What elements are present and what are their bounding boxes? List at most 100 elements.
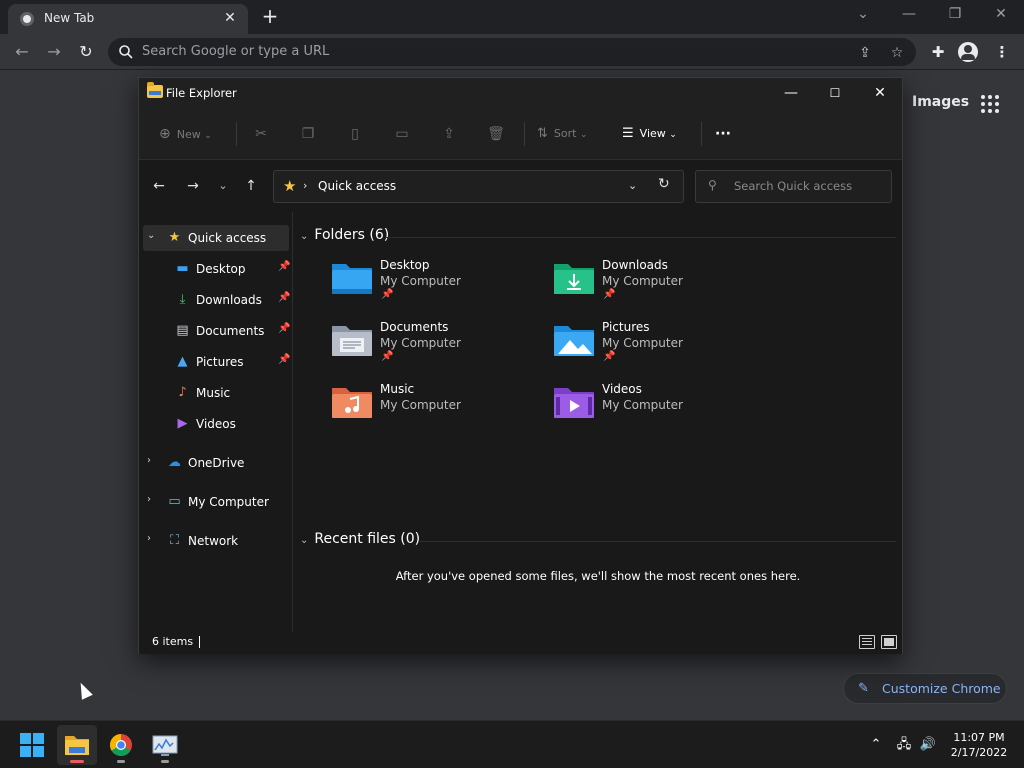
view-button[interactable]: ☰ View ⌄ (622, 122, 677, 146)
delete-icon[interactable]: 🗑 (484, 122, 508, 146)
content-pane: ⌄ Folders (6) Desktop My Computer 📌 Downl… (294, 212, 902, 632)
details-view-icon[interactable] (859, 635, 875, 649)
folder-tile-downloads[interactable]: Downloads My Computer 📌 (552, 258, 762, 310)
collapse-chevron-icon: ⌄ (300, 535, 309, 546)
recent-files-section-header[interactable]: ⌄ Recent files (0) (300, 531, 420, 547)
sidebar-item-label: Videos (196, 417, 236, 431)
sidebar-item-network[interactable]: › ⛶ Network (143, 528, 289, 554)
tab-search-icon[interactable]: ⌄ (848, 3, 878, 27)
profile-avatar[interactable] (958, 42, 978, 62)
expand-chevron-icon[interactable]: › (147, 533, 151, 544)
search-input[interactable]: ⚲ Search Quick access (695, 170, 892, 203)
folder-tile-music[interactable]: Music My Computer (330, 382, 540, 434)
downloads-folder-icon (554, 264, 594, 294)
explorer-close-button[interactable]: ✕ (862, 82, 898, 104)
system-clock[interactable]: 11:07 PM 2/17/2022 (946, 730, 1012, 760)
sidebar-item-desktop[interactable]: ▬ Desktop 📌 (143, 256, 291, 282)
status-bar: 6 items (139, 632, 902, 654)
restore-button[interactable]: ❐ (940, 3, 970, 27)
recent-locations-button[interactable]: ⌄ (211, 174, 235, 198)
refresh-icon[interactable]: ↻ (658, 176, 670, 192)
new-tab-button[interactable]: + (258, 4, 282, 28)
explorer-maximize-button[interactable]: ☐ (817, 82, 853, 104)
more-options-button[interactable]: ··· (715, 122, 731, 146)
tab-new-tab[interactable]: New Tab ✕ (8, 4, 248, 34)
folder-tile-videos[interactable]: Videos My Computer (552, 382, 762, 434)
volume-icon[interactable]: 🔊 (918, 735, 938, 755)
recent-files-empty-message: After you've opened some files, we'll sh… (395, 569, 801, 583)
collapse-chevron-icon[interactable]: ⌄ (147, 230, 155, 241)
bookmark-star-icon[interactable]: ☆ (886, 42, 908, 64)
network-status-icon[interactable]: 🖧 (894, 735, 914, 755)
sidebar-item-videos[interactable]: ▶ Videos (143, 411, 289, 437)
sort-button[interactable]: ⇅ Sort ⌄ (537, 122, 588, 146)
recent-header-label: Recent files (0) (314, 531, 421, 547)
monitor-chart-icon (152, 735, 178, 756)
sidebar-item-pictures[interactable]: ▲ Pictures 📌 (143, 349, 291, 375)
view-label: View (639, 127, 666, 140)
paste-icon[interactable]: ▯ (343, 122, 367, 146)
google-apps-icon[interactable] (981, 95, 999, 113)
folder-tile-desktop[interactable]: Desktop My Computer 📌 (330, 258, 540, 310)
explorer-forward-button[interactable]: → (181, 174, 205, 198)
expand-chevron-icon[interactable]: › (147, 455, 151, 466)
share-icon[interactable]: ⇪ (854, 42, 876, 64)
minimize-button[interactable]: — (894, 3, 924, 27)
images-link[interactable]: Images (912, 94, 969, 110)
pin-icon: 📌 (278, 292, 291, 303)
folder-tile-pictures[interactable]: Pictures My Computer 📌 (552, 320, 762, 372)
pencil-icon: ✎ (858, 681, 869, 696)
sidebar-item-documents[interactable]: ▤ Documents 📌 (143, 318, 290, 344)
pictures-folder-icon (554, 326, 594, 356)
show-hidden-icons-chevron[interactable]: ⌃ (866, 735, 886, 755)
view-icon: ☰ (622, 126, 634, 141)
taskbar-chrome[interactable] (101, 725, 141, 765)
folder-name: Downloads (602, 258, 668, 272)
extensions-icon[interactable]: ✚ (924, 38, 952, 66)
copy-icon[interactable]: ❐ (296, 122, 320, 146)
rename-icon[interactable]: ▭ (390, 122, 414, 146)
pin-icon: 📌 (278, 261, 291, 272)
taskbar-resource-monitor[interactable] (145, 725, 185, 765)
back-button[interactable]: ← (8, 38, 36, 66)
sidebar-item-onedrive[interactable]: › ☁ OneDrive (143, 450, 289, 476)
sidebar-item-downloads[interactable]: ⤓ Downloads 📌 (143, 287, 291, 313)
folder-tile-documents[interactable]: Documents My Computer 📌 (330, 320, 540, 372)
forward-button[interactable]: → (40, 38, 68, 66)
close-window-button[interactable]: ✕ (986, 3, 1016, 27)
close-tab-icon[interactable]: ✕ (220, 8, 240, 28)
breadcrumb-location[interactable]: Quick access (318, 179, 396, 193)
network-icon: ⛶ (169, 533, 180, 548)
omnibox[interactable]: Search Google or type a URL ⇪ ☆ (108, 38, 916, 66)
up-button[interactable]: ↑ (239, 174, 263, 198)
start-button[interactable] (12, 725, 52, 765)
expand-chevron-icon[interactable]: › (147, 494, 151, 505)
sort-icon: ⇅ (537, 126, 548, 141)
folders-section-header[interactable]: ⌄ Folders (6) (300, 227, 389, 243)
share-icon[interactable]: ⇪ (437, 122, 461, 146)
sidebar-item-label: Documents (196, 324, 265, 338)
tiles-view-icon[interactable] (881, 635, 897, 649)
document-icon: ▤ (176, 323, 189, 338)
reload-button[interactable]: ↻ (72, 38, 100, 66)
explorer-back-button[interactable]: ← (147, 174, 171, 198)
sidebar-item-label: Quick access (188, 231, 267, 245)
taskbar-file-explorer[interactable] (57, 725, 97, 765)
explorer-titlebar[interactable]: File Explorer — ☐ ✕ (139, 78, 902, 108)
explorer-minimize-button[interactable]: — (773, 82, 809, 104)
address-dropdown-icon[interactable]: ⌄ (628, 179, 637, 192)
cut-icon[interactable]: ✂ (249, 122, 273, 146)
new-button[interactable]: ⊕ New ⌄ (159, 122, 212, 146)
clock-time: 11:07 PM (953, 731, 1005, 744)
address-bar[interactable]: ★ › Quick access ⌄ ↻ (273, 170, 684, 203)
sidebar-item-my-computer[interactable]: › ▭ My Computer (143, 489, 289, 515)
sidebar-item-label: OneDrive (188, 456, 245, 470)
new-label: New (176, 128, 201, 141)
sidebar-item-quick-access[interactable]: ⌄ ★ Quick access (143, 225, 289, 251)
computer-icon: ▭ (168, 494, 181, 509)
customize-chrome-button[interactable]: ✎ Customize Chrome (843, 673, 1007, 704)
pin-icon: 📌 (603, 351, 616, 362)
chrome-menu-icon[interactable]: ⋮ (988, 38, 1016, 66)
omnibox-placeholder: Search Google or type a URL (142, 44, 330, 59)
sidebar-item-music[interactable]: ♪ Music (143, 380, 289, 406)
